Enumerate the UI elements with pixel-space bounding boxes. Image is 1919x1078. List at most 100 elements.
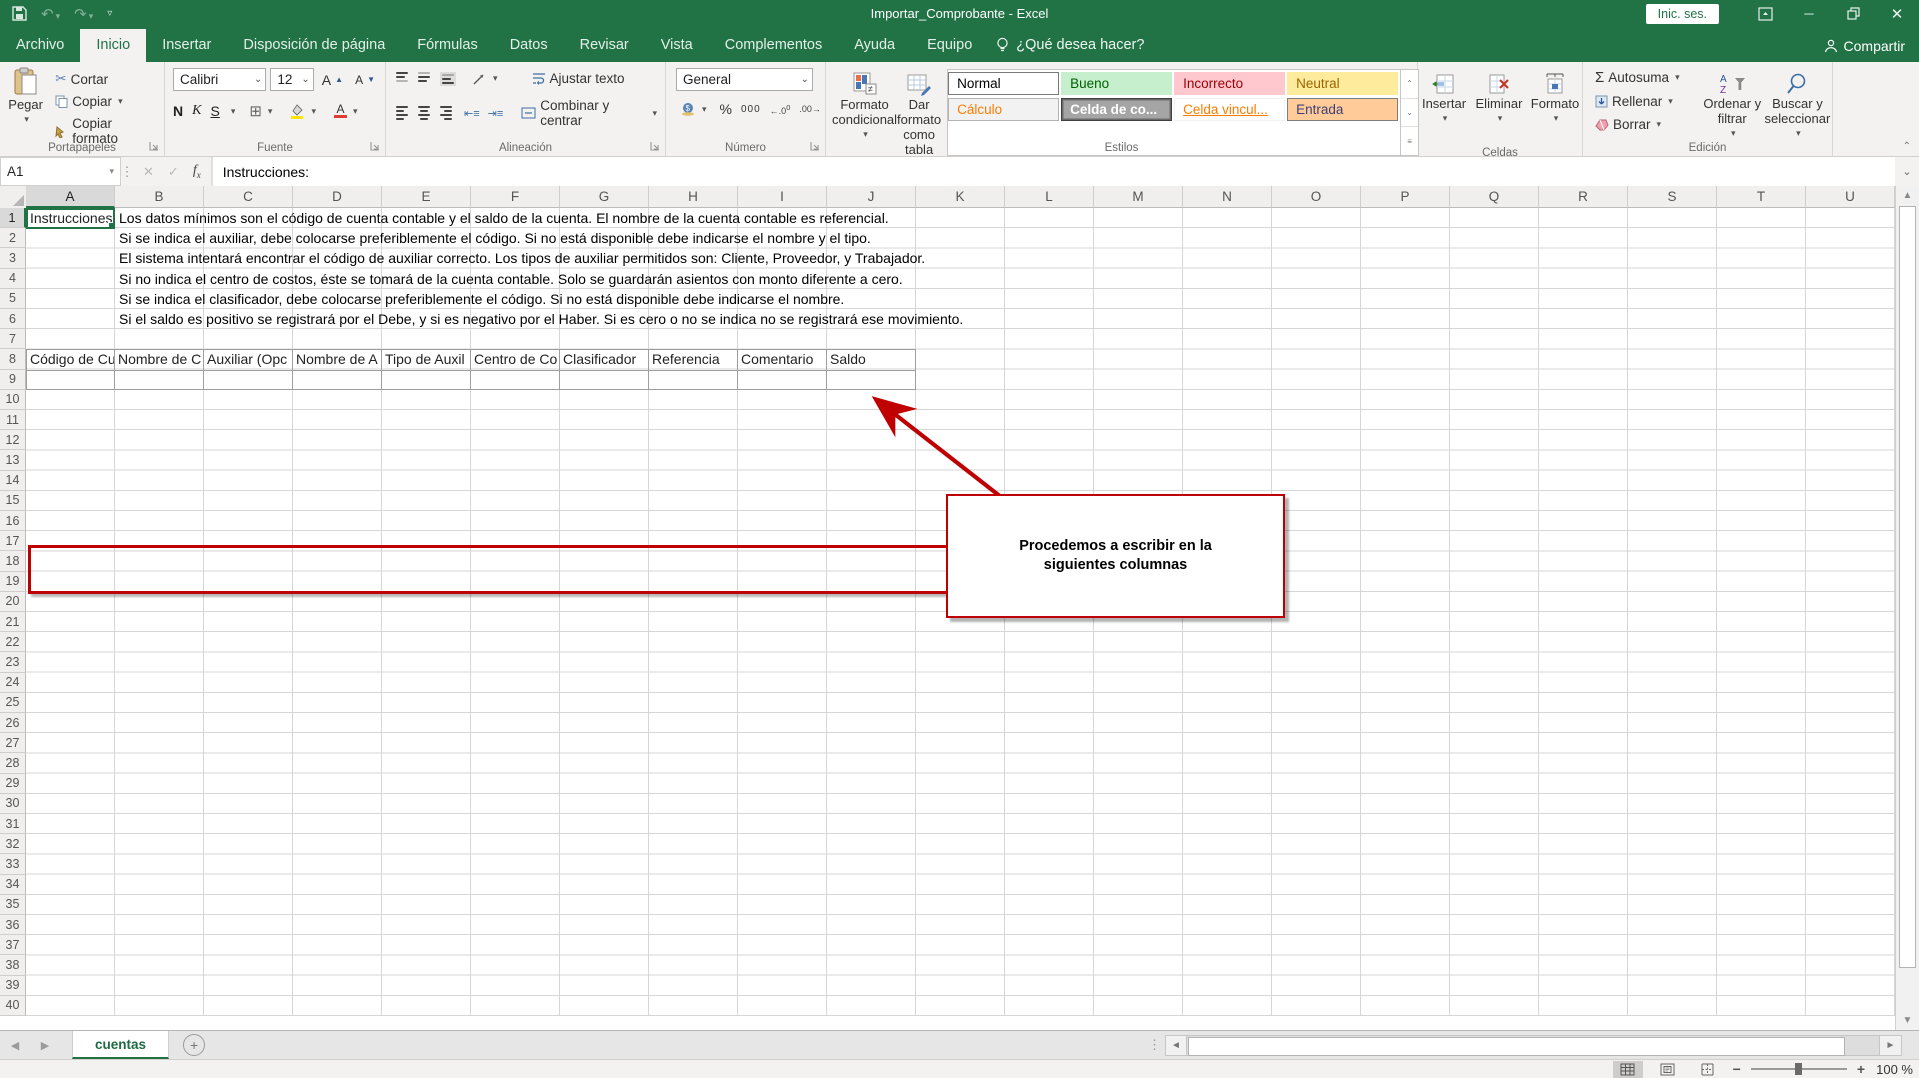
tab-ayuda[interactable]: Ayuda [838,29,911,62]
tab-formulas[interactable]: Fórmulas [401,29,493,62]
table-empty-cell-9[interactable] [738,370,827,390]
fill-button[interactable]: Rellenar▾ [1591,92,1702,111]
zoom-slider[interactable] [1751,1068,1847,1070]
comma-style-icon[interactable]: 000 [741,104,761,115]
clear-button[interactable]: Borrar▾ [1591,115,1702,134]
undo-icon[interactable]: ↶▾ [41,5,60,23]
qat-customize-icon[interactable]: ▿ [107,8,112,19]
align-center-icon[interactable] [418,106,430,120]
add-sheet-button[interactable]: + [183,1034,205,1056]
row-header-10[interactable]: 10 [0,390,26,410]
table-header-cell-5[interactable]: Tipo de Auxil [382,349,471,370]
copy-button[interactable]: Copiar▾ [51,92,164,111]
hscroll-left-icon[interactable]: ◄ [1165,1035,1187,1056]
tab-complementos[interactable]: Complementos [709,29,839,62]
row-header-26[interactable]: 26 [0,713,26,733]
vertical-scrollbar[interactable]: ▲ ▼ [1895,186,1919,1030]
row-header-6[interactable]: 6 [0,309,26,329]
align-top-icon[interactable] [396,72,408,86]
row-header-25[interactable]: 25 [0,693,26,713]
percent-style-icon[interactable]: % [720,101,732,117]
increase-indent-icon[interactable]: ⇥≡ [488,107,504,120]
row-header-30[interactable]: 30 [0,794,26,814]
column-header-A[interactable]: A [26,186,115,208]
view-normal-button[interactable] [1613,1061,1643,1078]
wrap-text-button[interactable]: Ajustar texto [528,69,629,88]
row-header-16[interactable]: 16 [0,511,26,531]
column-header-U[interactable]: U [1806,186,1895,208]
expand-formula-bar-icon[interactable]: ⌄ [1895,157,1919,186]
paste-button[interactable]: Pegar ▾ [0,62,51,148]
row-header-35[interactable]: 35 [0,895,26,915]
column-header-F[interactable]: F [471,186,560,208]
column-header-M[interactable]: M [1094,186,1183,208]
zoom-in-button[interactable]: + [1857,1061,1865,1077]
instruction-line-3[interactable]: El sistema intentará encontrar el código… [119,248,925,268]
view-page-layout-button[interactable] [1653,1061,1683,1078]
row-header-27[interactable]: 27 [0,733,26,753]
minimize-icon[interactable]: ─ [1787,0,1831,27]
table-empty-cell-2[interactable] [115,370,204,390]
table-header-cell-9[interactable]: Comentario [738,349,827,370]
row-header-29[interactable]: 29 [0,774,26,794]
row-header-13[interactable]: 13 [0,450,26,470]
tell-me-box[interactable]: ¿Qué desea hacer? [988,37,1158,62]
italic-button[interactable]: K [192,103,201,119]
table-header-cell-8[interactable]: Referencia [649,349,738,370]
instruction-line-2[interactable]: Si se indica el auxiliar, debe colocarse… [119,228,871,248]
scroll-up-icon[interactable]: ▲ [1898,187,1917,204]
fill-color-icon[interactable]: ▾ [286,102,320,121]
decrease-indent-icon[interactable]: ⇤≡ [464,107,480,120]
instruction-line-5[interactable]: Si se indica el clasificador, debe coloc… [119,289,844,309]
row-header-36[interactable]: 36 [0,915,26,935]
column-header-H[interactable]: H [649,186,738,208]
zoom-level[interactable]: 100 % [1875,1062,1913,1077]
save-icon[interactable] [12,6,27,21]
gallery-down-icon[interactable]: ⌄ [1401,98,1418,128]
table-header-cell-10[interactable]: Saldo [827,349,916,370]
tab-archivo[interactable]: Archivo [0,29,80,62]
row-header-39[interactable]: 39 [0,976,26,996]
row-header-38[interactable]: 38 [0,955,26,975]
tabbar-divider[interactable]: ⋮ [1148,1037,1161,1053]
align-right-icon[interactable] [440,106,452,120]
zoom-out-button[interactable]: − [1733,1061,1741,1077]
cell-style-5[interactable]: Cálculo [948,98,1059,121]
row-header-9[interactable]: 9 [0,370,26,390]
row-header-4[interactable]: 4 [0,269,26,289]
accounting-format-icon[interactable]: $▾ [676,100,711,118]
sheet-nav-left-icon[interactable]: ◀ [0,1039,30,1052]
restore-icon[interactable] [1831,0,1875,27]
column-header-B[interactable]: B [115,186,204,208]
dialog-launcher-icon[interactable] [369,140,382,153]
column-header-K[interactable]: K [916,186,1005,208]
tab-inicio[interactable]: Inicio [80,29,146,62]
table-empty-cell-1[interactable] [26,370,115,390]
table-empty-cell-5[interactable] [382,370,471,390]
row-header-12[interactable]: 12 [0,430,26,450]
horizontal-scrollbar[interactable]: ◄ ► [1165,1035,1902,1056]
row-header-28[interactable]: 28 [0,753,26,773]
row-header-40[interactable]: 40 [0,996,26,1016]
row-header-2[interactable]: 2 [0,228,26,248]
row-header-3[interactable]: 3 [0,248,26,268]
tab-vista[interactable]: Vista [645,29,709,62]
hscroll-thumb[interactable] [1188,1037,1845,1056]
table-empty-cell-3[interactable] [204,370,293,390]
insert-function-icon[interactable]: fx [193,163,201,180]
column-header-Q[interactable]: Q [1450,186,1539,208]
column-header-S[interactable]: S [1628,186,1717,208]
cut-button[interactable]: ✂Cortar [51,69,164,89]
row-header-22[interactable]: 22 [0,632,26,652]
column-header-C[interactable]: C [204,186,293,208]
font-color-icon[interactable]: A▾ [330,102,362,120]
decrease-font-icon[interactable]: A▼ [351,71,379,89]
select-all-corner[interactable] [0,186,27,209]
fill-handle[interactable] [108,222,115,229]
autosum-button[interactable]: ΣAutosuma▾ [1591,67,1702,88]
row-header-19[interactable]: 19 [0,572,26,592]
row-header-23[interactable]: 23 [0,652,26,672]
row-header-21[interactable]: 21 [0,612,26,632]
bold-button[interactable]: N [173,103,183,119]
formula-bar-divider[interactable]: ⋮ [121,157,133,186]
